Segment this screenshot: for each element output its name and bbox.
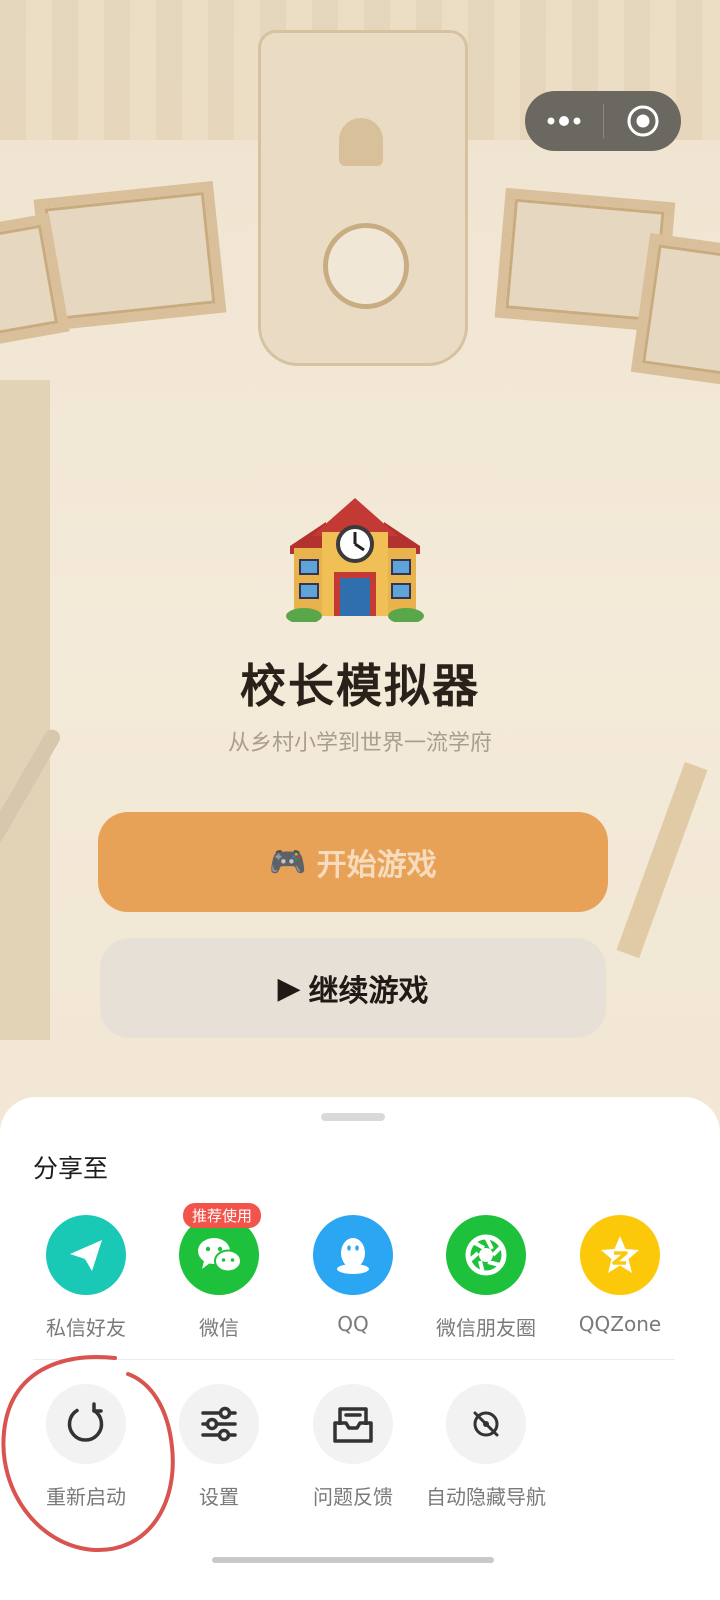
share-target-label: 微信朋友圈: [436, 1316, 536, 1340]
share-qqzone[interactable]: QQZone: [553, 1215, 687, 1336]
share-target-label: QQ: [337, 1312, 369, 1336]
qqzone-icon-circle: [580, 1215, 660, 1295]
ruler-decoration: [616, 761, 708, 959]
qq-penguin-icon: [337, 1238, 369, 1274]
moments-shutter-icon: [465, 1234, 507, 1276]
action-label: 问题反馈: [313, 1485, 393, 1509]
share-qq[interactable]: QQ: [286, 1215, 420, 1336]
recommended-badge: 推荐使用: [183, 1203, 262, 1228]
game-subtitle: 从乡村小学到世界一流学府: [227, 731, 492, 756]
play-triangle-icon: ▶: [277, 970, 301, 1006]
continue-game-label: 继续游戏: [308, 974, 429, 1009]
home-indicator[interactable]: [212, 1557, 494, 1563]
more-dots-icon: [547, 116, 581, 126]
share-sheet: 分享至 私信好友 微信 推荐使用 QQ 微信朋友圈 QQZone 重新启动 设置…: [0, 1097, 720, 1600]
start-game-button[interactable]: 🎮 开始游戏: [98, 812, 608, 912]
paper-plane-icon: [70, 1240, 102, 1271]
share-wechat-moments[interactable]: 微信朋友圈: [419, 1215, 553, 1341]
continue-game-button[interactable]: ▶ 继续游戏: [100, 938, 606, 1038]
share-direct-message[interactable]: 私信好友: [19, 1215, 153, 1341]
share-target-label: QQZone: [578, 1312, 662, 1336]
action-label: 自动隐藏导航: [426, 1485, 546, 1509]
settings-sliders-icon: [201, 1406, 237, 1442]
action-label: 设置: [199, 1485, 239, 1509]
more-button[interactable]: [525, 91, 603, 151]
miniprogram-capsule: [525, 91, 681, 151]
sheet-drag-handle[interactable]: [321, 1113, 385, 1121]
action-label: 重新启动: [46, 1485, 126, 1509]
share-wechat[interactable]: 微信: [152, 1215, 286, 1341]
qqzone-star-icon: [601, 1236, 639, 1273]
share-target-label: 微信: [199, 1316, 239, 1340]
qq-icon-circle: [313, 1215, 393, 1295]
feedback-inbox-icon: [333, 1407, 373, 1443]
auto-hide-navigation-button[interactable]: 自动隐藏导航: [419, 1384, 553, 1510]
clock-tower-decoration: [258, 30, 468, 366]
feedback-icon-circle: [313, 1384, 393, 1464]
close-target-icon: [627, 105, 658, 137]
restart-icon: [67, 1402, 104, 1442]
share-sheet-title: 分享至: [33, 1154, 109, 1183]
hide-navigation-icon: [473, 1411, 499, 1437]
school-building-icon: [286, 498, 424, 622]
hide-navigation-icon-circle: [446, 1384, 526, 1464]
game-title: 校长模拟器: [240, 659, 480, 713]
bell-icon: [339, 118, 383, 166]
start-game-label: 开始游戏: [316, 848, 437, 883]
share-target-label: 私信好友: [46, 1316, 126, 1340]
settings-icon-circle: [179, 1384, 259, 1464]
direct-message-icon-circle: [46, 1215, 126, 1295]
restart-button[interactable]: 重新启动: [19, 1384, 153, 1510]
feedback-button[interactable]: 问题反馈: [286, 1384, 420, 1510]
wechat-icon: [198, 1238, 242, 1273]
settings-button[interactable]: 设置: [152, 1384, 286, 1510]
sheet-divider: [33, 1359, 675, 1360]
close-miniprogram-button[interactable]: [604, 91, 681, 151]
clock-icon: [323, 223, 409, 309]
gamepad-icon: 🎮: [269, 844, 307, 880]
moments-icon-circle: [446, 1215, 526, 1295]
restart-icon-circle: [46, 1384, 126, 1464]
